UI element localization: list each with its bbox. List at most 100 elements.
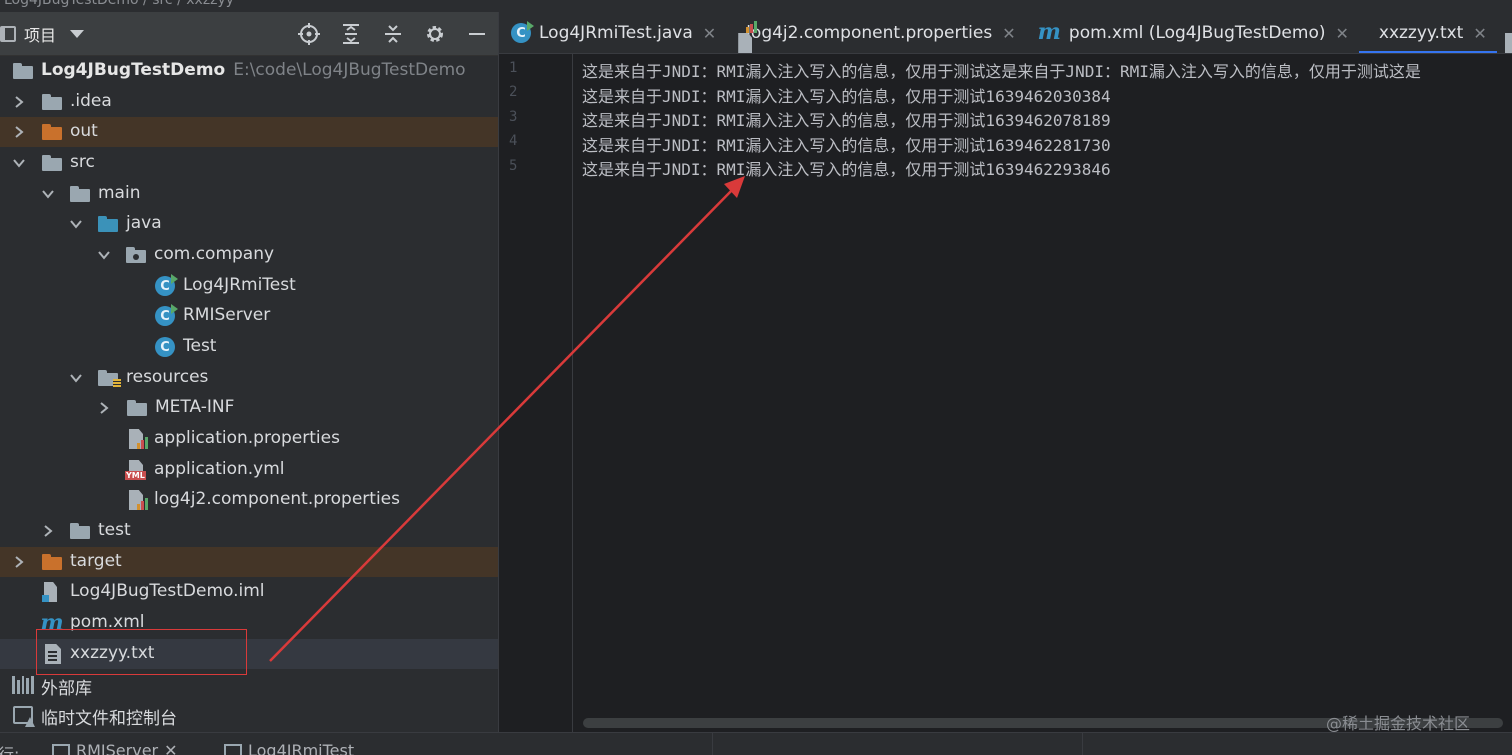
tree-item-idea[interactable]: .idea <box>0 87 498 117</box>
chevron-down-icon[interactable] <box>69 209 83 239</box>
run-tool-window-bar: 行: RMIServer ✕ Log4JRmiTest <box>0 732 1512 755</box>
crosshair-icon[interactable] <box>288 12 330 56</box>
properties-file-icon <box>127 428 149 450</box>
java-class-icon: C <box>511 21 534 43</box>
chevron-right-icon[interactable] <box>97 393 111 423</box>
folder-icon <box>69 520 91 542</box>
tree-item-out[interactable]: out <box>0 117 498 147</box>
tree-item-label: src <box>70 152 95 172</box>
run-console-icon <box>224 743 242 755</box>
tree-item-target[interactable]: target <box>0 547 498 577</box>
tree-item-label: out <box>70 121 98 141</box>
minimize-icon[interactable] <box>456 12 498 56</box>
chevron-right-icon[interactable] <box>12 547 26 577</box>
excluded-folder-icon <box>41 551 63 573</box>
folder-icon <box>69 183 91 205</box>
line-number: 5 <box>509 158 518 174</box>
chevron-right-icon[interactable] <box>41 516 55 546</box>
close-icon[interactable]: ✕ <box>703 24 716 43</box>
chevron-down-icon[interactable] <box>97 240 111 270</box>
tree-item-src[interactable]: src <box>0 148 498 178</box>
folder-icon <box>126 397 148 419</box>
gear-icon[interactable] <box>414 12 456 56</box>
tree-item-resources[interactable]: resources <box>0 363 498 393</box>
tree-item-label: com.company <box>154 244 275 264</box>
tree-item-test-class[interactable]: C Test <box>0 332 498 362</box>
code-line: 这是来自于JNDI：RMI漏入注入写入的信息，仅用于测试163946228173… <box>582 136 1111 155</box>
tree-item-label: 临时文件和控制台 <box>41 709 177 729</box>
tree-item-label: Test <box>183 336 217 356</box>
project-panel-header: 项目 <box>0 12 498 56</box>
tree-item-project-root[interactable]: Log4JBugTestDemo E:\code\Log4JBugTestDemo <box>0 56 498 86</box>
module-file-icon <box>40 581 62 603</box>
tab-log4jrmitest-java[interactable]: C Log4JRmiTest.java ✕ <box>499 12 726 53</box>
run-console-icon <box>52 743 70 755</box>
divider <box>712 733 713 755</box>
class-icon: C <box>154 336 176 358</box>
tree-item-label: test <box>98 520 131 540</box>
project-folder-icon <box>12 60 34 82</box>
tree-item-meta-inf[interactable]: META-INF <box>0 393 498 423</box>
package-icon <box>125 244 147 266</box>
chevron-down-icon[interactable] <box>41 179 55 209</box>
tab-pom-xml[interactable]: m pom.xml (Log4JBugTestDemo) ✕ <box>1026 12 1359 53</box>
tree-item-java[interactable]: java <box>0 209 498 239</box>
project-path: E:\code\Log4JBugTestDemo <box>233 60 466 80</box>
line-number: 4 <box>509 133 518 149</box>
close-icon[interactable]: ✕ <box>1002 24 1015 43</box>
tree-item-application-yml[interactable]: YML application.yml <box>0 455 498 485</box>
tree-item-label: log4j2.component.properties <box>154 489 401 509</box>
tab-xxzzyy-txt[interactable]: xxzzyy.txt ✕ <box>1358 12 1497 53</box>
chevron-right-icon[interactable] <box>12 117 26 147</box>
runnable-class-icon: C <box>154 274 178 297</box>
tree-item-log4j2-properties[interactable]: log4j2.component.properties <box>0 485 498 515</box>
chevron-down-icon[interactable] <box>70 29 85 38</box>
tree-item-package[interactable]: com.company <box>0 240 498 270</box>
close-icon[interactable]: ✕ <box>164 741 177 755</box>
run-tab-rmiserver[interactable]: RMIServer ✕ <box>52 741 178 755</box>
line-number: 3 <box>509 109 518 125</box>
tree-item-application-properties[interactable]: application.properties <box>0 424 498 454</box>
chevron-down-icon[interactable] <box>12 148 26 178</box>
line-number: 2 <box>509 84 518 100</box>
excluded-folder-icon <box>41 121 63 143</box>
chevron-right-icon[interactable] <box>12 87 26 117</box>
library-icon <box>12 674 34 696</box>
run-tab-label: RMIServer <box>76 741 159 755</box>
tree-item-test[interactable]: test <box>0 516 498 546</box>
maven-icon: m <box>1037 19 1061 45</box>
tree-item-label: Log4JBugTestDemo E:\code\Log4JBugTestDemo <box>41 60 466 80</box>
tree-item-label: Log4JBugTestDemo.iml <box>70 581 265 601</box>
watermark: @稀土掘金技术社区 <box>1326 714 1471 733</box>
tab-label: Log4JRmiTest.java <box>539 23 693 43</box>
run-label: 行: <box>0 745 20 755</box>
tree-item-label: Log4JRmiTest <box>183 275 296 295</box>
tree-item-iml[interactable]: Log4JBugTestDemo.iml <box>0 577 498 607</box>
tree-item-label: main <box>98 183 141 203</box>
code-text-area[interactable]: 这是来自于JNDI：RMI漏入注入写入的信息，仅用于测试这是来自于JNDI：RM… <box>574 54 1512 732</box>
annotation-highlight-box <box>36 629 247 675</box>
tree-item-label: resources <box>126 367 209 387</box>
run-tab-log4jrmitest[interactable]: Log4JRmiTest <box>224 741 354 755</box>
divider <box>1082 733 1083 755</box>
editor-tab-bar: C Log4JRmiTest.java ✕ log4j2.component.p… <box>499 12 1512 54</box>
tree-item-scratches[interactable]: 临时文件和控制台 <box>0 700 498 730</box>
close-icon[interactable]: ✕ <box>1335 24 1348 43</box>
tab-overflow[interactable] <box>1497 12 1512 53</box>
chevron-down-icon[interactable] <box>69 363 83 393</box>
tree-item-log4jrmitest[interactable]: C Log4JRmiTest <box>0 271 498 301</box>
tree-item-rmiserver[interactable]: C RMIServer <box>0 301 498 331</box>
expand-all-icon[interactable] <box>330 12 372 56</box>
close-icon[interactable]: ✕ <box>1473 24 1486 43</box>
project-panel-title[interactable]: 项目 <box>24 22 56 46</box>
collapse-all-icon[interactable] <box>372 12 414 56</box>
tree-item-main[interactable]: main <box>0 179 498 209</box>
resources-folder-icon <box>97 367 121 389</box>
breadcrumb-strip: Log4JBugTestDemo / src / xxzzyy <box>0 0 1512 12</box>
tab-log4j2-component-properties[interactable]: log4j2.component.properties ✕ <box>726 12 1025 53</box>
code-line: 这是来自于JNDI：RMI漏入注入写入的信息，仅用于测试163946203038… <box>582 87 1111 106</box>
tree-item-label: java <box>126 213 162 233</box>
scratches-icon <box>12 704 34 726</box>
properties-file-icon <box>127 489 149 511</box>
tree-item-label: target <box>70 551 122 571</box>
